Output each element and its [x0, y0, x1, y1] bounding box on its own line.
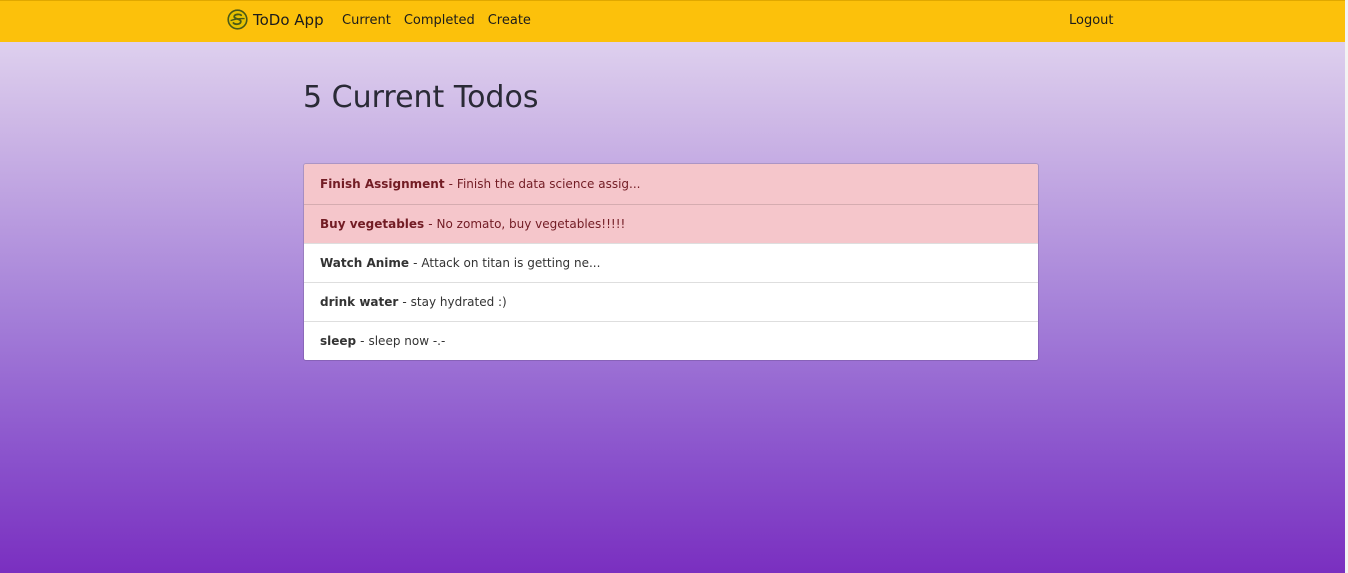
- navbar: ToDo App Current Completed Create Logout: [0, 0, 1345, 42]
- todo-item[interactable]: Watch Anime - Attack on titan is getting…: [304, 243, 1038, 282]
- brand-name: ToDo App: [253, 10, 324, 29]
- todo-name: Buy vegetables: [320, 217, 425, 231]
- todo-separator: -: [428, 217, 433, 231]
- s-logo-icon: [227, 9, 248, 30]
- todo-name: Finish Assignment: [320, 177, 445, 191]
- todo-item[interactable]: drink water - stay hydrated :): [304, 282, 1038, 321]
- todo-description: No zomato, buy vegetables!!!!!: [436, 217, 626, 231]
- nav-link-create[interactable]: Create: [488, 13, 531, 28]
- todo-separator: -: [360, 334, 365, 348]
- todo-description: sleep now -.-: [368, 334, 446, 348]
- page-title: 5 Current Todos: [303, 80, 539, 115]
- todo-item[interactable]: Buy vegetables - No zomato, buy vegetabl…: [304, 204, 1038, 243]
- todo-separator: -: [402, 295, 407, 309]
- nav-links: Current Completed Create: [342, 13, 544, 28]
- nav-link-completed[interactable]: Completed: [404, 13, 475, 28]
- todo-name: drink water: [320, 295, 399, 309]
- todo-description: Attack on titan is getting ne...: [421, 256, 601, 270]
- todo-list: Finish Assignment - Finish the data scie…: [303, 163, 1039, 361]
- todo-name: Watch Anime: [320, 256, 410, 270]
- page: ToDo App Current Completed Create Logout…: [0, 0, 1345, 573]
- todo-description: Finish the data science assig...: [456, 177, 641, 191]
- todo-separator: -: [448, 177, 453, 191]
- todo-description: stay hydrated :): [410, 295, 507, 309]
- todo-item[interactable]: sleep - sleep now -.-: [304, 321, 1038, 360]
- todo-name: sleep: [320, 334, 357, 348]
- todo-item[interactable]: Finish Assignment - Finish the data scie…: [304, 164, 1038, 204]
- todo-separator: -: [413, 256, 418, 270]
- logout-link[interactable]: Logout: [1069, 13, 1114, 28]
- nav-link-current[interactable]: Current: [342, 13, 391, 28]
- brand-link[interactable]: ToDo App: [227, 9, 324, 30]
